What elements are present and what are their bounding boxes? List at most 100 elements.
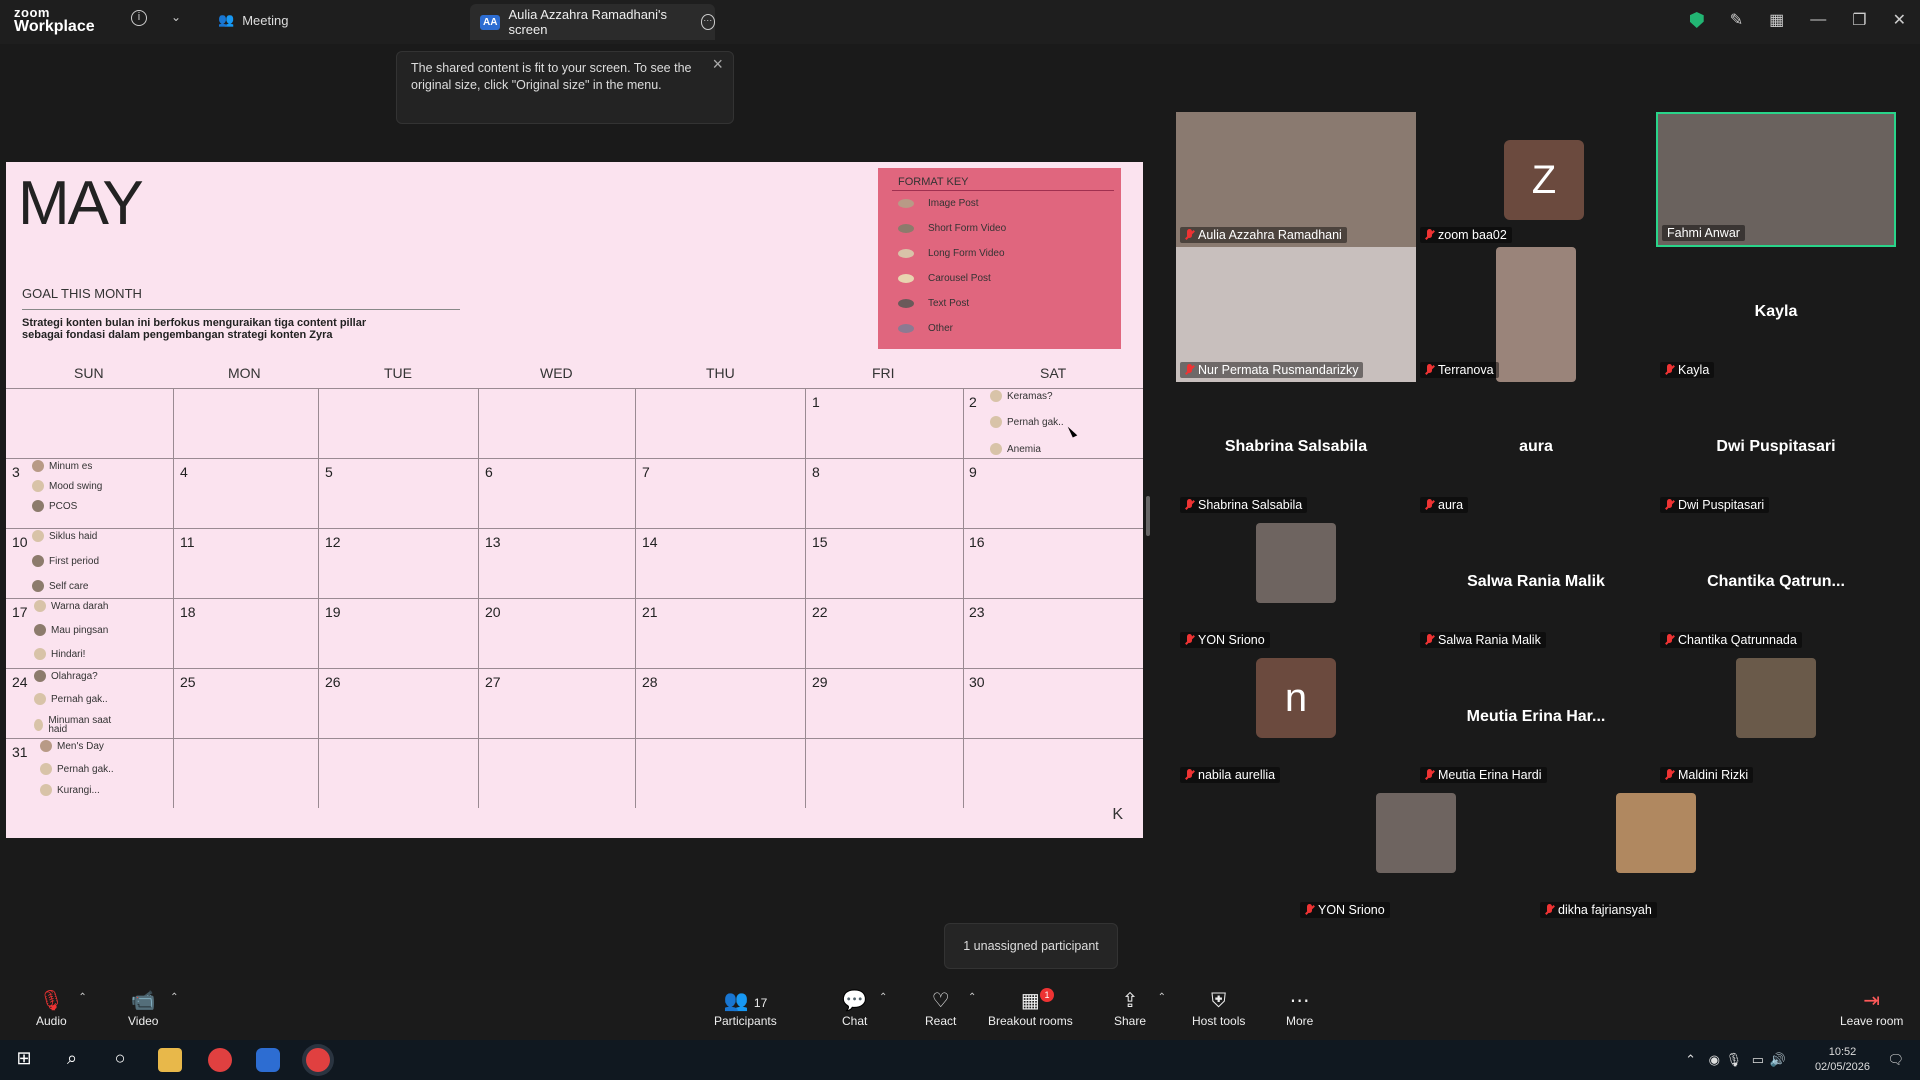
share-tab[interactable]: AA Aulia Azzahra Ramadhani's screen ··· [470, 4, 715, 40]
participant-tile[interactable]: Meutia Erina Har... Meutia Erina Hardi [1416, 652, 1656, 787]
day-number: 27 [485, 674, 501, 690]
day-number: 12 [325, 534, 341, 550]
participant-tile[interactable]: aura aura [1416, 382, 1656, 517]
microphone-icon[interactable]: 🎙 [1725, 1052, 1742, 1068]
chevron-down-icon[interactable]: ⌄ [171, 10, 181, 24]
participant-tile[interactable]: Chantika Qatrun... Chantika Qatrunnada [1656, 517, 1896, 652]
format-key-item: Text Post [898, 298, 969, 309]
chevron-up-icon[interactable]: ⌃ [1158, 992, 1166, 1003]
grid-line [6, 738, 1143, 739]
muted-mic-icon [1545, 904, 1554, 916]
event-dot [34, 648, 46, 660]
share-tab-label: Aulia Azzahra Ramadhani's screen [508, 7, 668, 37]
react-button[interactable]: ♡ React ⌃ [925, 990, 976, 1028]
search-icon[interactable]: ⌕ [60, 1048, 84, 1072]
chevron-up-icon[interactable]: ⌃ [1685, 1052, 1696, 1068]
file-explorer-icon[interactable] [158, 1048, 182, 1072]
chrome-active-icon[interactable] [306, 1048, 330, 1072]
chevron-up-icon[interactable]: ⌃ [879, 992, 887, 1003]
close-icon[interactable]: ✕ [1893, 10, 1906, 30]
maximize-icon[interactable]: ❐ [1852, 10, 1866, 30]
leave-room-button[interactable]: ⇥ Leave room [1840, 990, 1903, 1028]
participant-tile[interactable]: Salwa Rania Malik Salwa Rania Malik [1416, 517, 1656, 652]
notification-icon[interactable]: 🗨 [1887, 1052, 1904, 1068]
participant-tile[interactable]: YON Sriono [1176, 517, 1416, 652]
format-key-divider [892, 190, 1114, 191]
name-tag: Aulia Azzahra Ramadhani [1180, 227, 1347, 243]
chrome-icon[interactable] [208, 1048, 232, 1072]
grid-line [6, 528, 1143, 529]
tooltip-text: The shared content is fit to your screen… [411, 61, 692, 92]
info-icon[interactable]: i [131, 10, 147, 26]
participant-tile[interactable]: n nabila aurellia [1176, 652, 1416, 787]
participant-tile[interactable]: dikha fajriansyah [1536, 787, 1776, 922]
participant-tile[interactable]: Kayla Kayla [1656, 247, 1896, 382]
annotate-pencil-icon[interactable]: ✎ [1730, 10, 1743, 30]
participant-name: YON Sriono [1318, 903, 1385, 917]
name-tag: zoom baa02 [1420, 227, 1512, 243]
calendar-event: Pernah gak.. [990, 416, 1064, 428]
day-number: 6 [485, 464, 493, 480]
volume-icon[interactable]: 🔊 [1770, 1052, 1786, 1068]
system-clock[interactable]: 10:52 02/05/2026 [1815, 1045, 1870, 1075]
day-number: 14 [642, 534, 658, 550]
chevron-up-icon[interactable]: ⌃ [170, 992, 178, 1003]
calendar-event: Siklus haid [32, 530, 97, 542]
shared-screen[interactable]: MAY GOAL THIS MONTH Strategi konten bula… [6, 162, 1143, 838]
participant-tile[interactable]: Dwi Puspitasari Dwi Puspitasari [1656, 382, 1896, 517]
participants-button[interactable]: 👥 17 Participants [714, 990, 777, 1028]
participant-tile[interactable]: Terranova [1416, 247, 1656, 382]
video-off-icon: 📹 [130, 990, 156, 1012]
participant-tile[interactable]: Nur Permata Rusmandarizky [1176, 247, 1416, 382]
name-tag: Shabrina Salsabila [1180, 497, 1308, 513]
event-label: Olahraga? [51, 670, 98, 682]
unassigned-participant-popup[interactable]: 1 unassigned participant [944, 923, 1118, 969]
event-dot [34, 600, 46, 612]
participant-tile[interactable]: Z zoom baa02 [1416, 112, 1656, 247]
name-tag: dikha fajriansyah [1540, 902, 1657, 918]
weekday-label: WED [540, 365, 573, 381]
muted-mic-icon [1665, 364, 1674, 376]
chevron-up-icon[interactable]: ⌃ [968, 992, 976, 1003]
brand-bottom: Workplace [14, 18, 95, 35]
network-icon[interactable]: ▭ [1752, 1052, 1764, 1068]
breakout-rooms-button[interactable]: ▦ 1 Breakout rooms [988, 988, 1073, 1028]
participant-tile[interactable]: Maldini Rizki [1656, 652, 1896, 787]
security-shield-icon[interactable] [1689, 12, 1704, 28]
split-handle[interactable] [1146, 496, 1150, 536]
day-number: 8 [812, 464, 820, 480]
cortana-icon[interactable]: ○ [108, 1048, 132, 1072]
day-number: 13 [485, 534, 501, 550]
goal-divider [22, 309, 460, 310]
more-options-icon[interactable]: ··· [700, 14, 715, 30]
chat-button[interactable]: 💬 Chat ⌃ [842, 990, 887, 1028]
more-button[interactable]: ⋯ More [1286, 990, 1313, 1028]
participant-tile[interactable]: Shabrina Salsabila Shabrina Salsabila [1176, 382, 1416, 517]
participant-tile[interactable]: Aulia Azzahra Ramadhani [1176, 112, 1416, 247]
event-dot [990, 443, 1002, 455]
video-button[interactable]: 📹 Video ⌃ [128, 990, 178, 1028]
name-tag: aura [1420, 497, 1469, 513]
zoom-app-icon[interactable] [256, 1048, 280, 1072]
participant-tile-active[interactable]: Fahmi Anwar [1656, 112, 1896, 247]
day-number: 7 [642, 464, 650, 480]
video-thumbnail [1376, 793, 1456, 873]
day-number: 19 [325, 604, 341, 620]
weekday-label: THU [706, 365, 735, 381]
participant-name: Fahmi Anwar [1667, 226, 1740, 240]
share-button[interactable]: ⇪ Share ⌃ [1114, 990, 1166, 1028]
layout-icon[interactable]: ▦ [1769, 10, 1784, 30]
host-tools-button[interactable]: ⛨ Host tools [1192, 990, 1245, 1028]
participant-tile[interactable]: YON Sriono [1296, 787, 1536, 922]
video-thumbnail [1736, 658, 1816, 738]
tray-icon[interactable]: ◉ [1709, 1052, 1720, 1068]
meeting-tab[interactable]: 👥 Meeting [218, 12, 288, 28]
close-tooltip-icon[interactable]: × [712, 55, 723, 73]
name-tag: Maldini Rizki [1660, 767, 1754, 783]
audio-button[interactable]: 🎙 Audio ⌃ [36, 990, 87, 1028]
more-label: More [1286, 1014, 1314, 1028]
event-label: Anemia [1007, 443, 1041, 455]
chevron-up-icon[interactable]: ⌃ [78, 992, 86, 1003]
windows-start-icon[interactable]: ⊞ [12, 1048, 36, 1072]
minimize-icon[interactable]: — [1810, 11, 1826, 29]
